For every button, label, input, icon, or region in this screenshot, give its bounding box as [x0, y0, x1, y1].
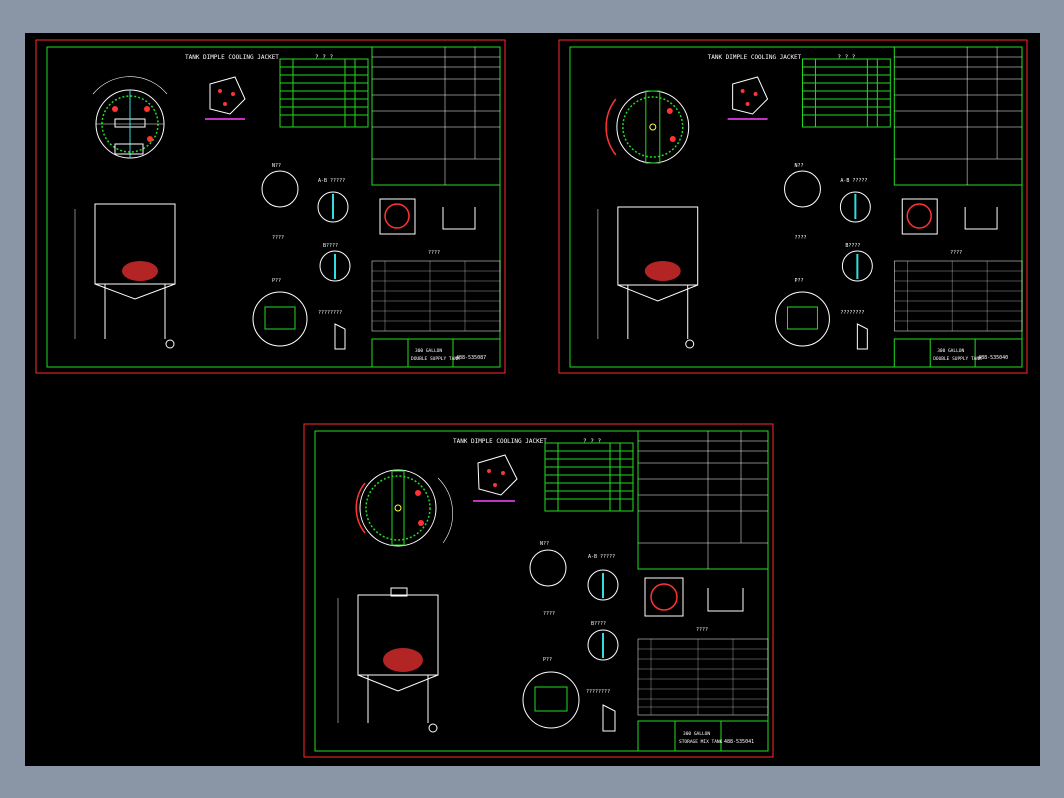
dimple-pattern-detail	[473, 454, 518, 502]
table-label: ????	[428, 250, 440, 256]
drawing-number: 488-535040	[978, 355, 1008, 361]
sheet-title: TANK DIMPLE COOLING JACKET	[453, 438, 547, 445]
detail-label-n: N??	[794, 163, 803, 169]
detail-circle-n	[261, 170, 299, 208]
table-label: ????	[696, 627, 708, 633]
sheet-title: TANK DIMPLE COOLING JACKET	[185, 54, 279, 61]
bom-table	[371, 260, 501, 332]
parts-table-1	[544, 442, 634, 512]
question-label: ? ? ?	[583, 438, 601, 445]
detail-label-ab: A-B ?????	[318, 178, 345, 184]
question-label: ? ? ?	[837, 54, 855, 61]
title-block-desc: DOUBLE SUPPLY TANK	[933, 356, 982, 362]
table-label: ????	[950, 250, 962, 256]
detail-circle-p	[252, 291, 308, 347]
spec-table	[637, 430, 769, 570]
question-label: ? ? ?	[315, 54, 333, 61]
detail-label-b: B????	[323, 243, 338, 249]
detail-label-3: ????	[272, 235, 284, 241]
dimple-pattern-detail	[727, 76, 769, 120]
drawing-canvas[interactable]: TANK DIMPLE COOLING JACKET ? ? ? N?? A-B…	[25, 33, 1040, 766]
title-block-name: 300 GALLON	[415, 348, 442, 354]
detail-label-p: P??	[794, 278, 803, 284]
drawing-number: 488-535041	[724, 739, 754, 745]
detail-label-6: ????????	[586, 689, 610, 695]
detail-label-b: B????	[845, 243, 860, 249]
sheet-title: TANK DIMPLE COOLING JACKET	[708, 54, 802, 61]
sheet-2-svg: TANK DIMPLE COOLING JACKET ? ? ? N?? A-B…	[558, 39, 1028, 374]
top-view-circle	[605, 90, 690, 164]
sheet-3-svg: TANK DIMPLE COOLING JACKET ? ? ? N?? A-B…	[303, 423, 774, 758]
parts-table-1	[279, 58, 369, 128]
top-view-circle	[92, 76, 168, 159]
sheet-1-svg: TANK DIMPLE COOLING JACKET ? ? ? N?? A-B…	[35, 39, 506, 374]
detail-label-n: N??	[272, 163, 281, 169]
detail-label-p: P??	[543, 657, 552, 663]
detail-circle-n	[529, 549, 567, 587]
detail-label-ab: A-B ?????	[588, 554, 615, 560]
drawing-number: 488-535087	[456, 355, 486, 361]
flange-detail	[644, 577, 744, 617]
detail-label-n: N??	[540, 541, 549, 547]
detail-label-b: B????	[591, 621, 606, 627]
drawing-sheet-1[interactable]: TANK DIMPLE COOLING JACKET ? ? ? N?? A-B…	[35, 39, 506, 374]
flange-detail	[379, 198, 476, 235]
detail-label-3: ????	[794, 235, 806, 241]
title-block-name: 300 GALLON	[937, 348, 964, 354]
title-block: 300 GALLON STORAGE MIX TANK 488-535041	[637, 720, 769, 752]
drawing-sheet-2[interactable]: TANK DIMPLE COOLING JACKET ? ? ? N?? A-B…	[558, 39, 1028, 374]
side-elevation	[337, 587, 439, 733]
detail-label-6: ????????	[840, 310, 864, 316]
dimple-pattern-detail	[205, 76, 246, 120]
drawing-sheet-3[interactable]: TANK DIMPLE COOLING JACKET ? ? ? N?? A-B…	[303, 423, 774, 758]
detail-circle-p	[775, 291, 830, 347]
title-block: 300 GALLON DOUBLE SUPPLY TANK 488-535040	[893, 338, 1023, 368]
parts-table-1	[801, 58, 891, 128]
spec-table	[371, 46, 501, 186]
detail-label-6: ????????	[318, 310, 342, 316]
detail-circle-p	[522, 671, 580, 729]
detail-label-3: ????	[543, 611, 555, 617]
title-block-desc: DOUBLE SUPPLY TANK	[411, 356, 460, 362]
title-block-name: 300 GALLON	[683, 731, 710, 737]
flange-detail	[901, 198, 998, 235]
side-elevation	[74, 203, 176, 349]
bom-table	[637, 638, 769, 716]
detail-label-p: P??	[272, 278, 281, 284]
spec-table	[893, 46, 1023, 186]
title-block: 300 GALLON DOUBLE SUPPLY TANK 488-535087	[371, 338, 501, 368]
side-elevation	[597, 206, 699, 349]
bom-table	[894, 260, 1023, 332]
title-block-desc: STORAGE MIX TANK	[679, 739, 723, 745]
detail-label-ab: A-B ?????	[840, 178, 867, 184]
detail-circle-n	[784, 170, 821, 208]
outer-border	[35, 39, 506, 374]
top-view-circle	[355, 469, 453, 547]
